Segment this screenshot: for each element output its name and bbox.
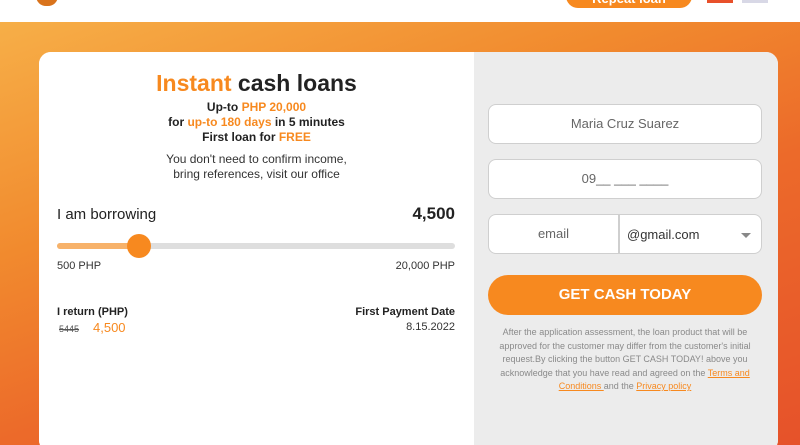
borrowing-label: I am borrowing xyxy=(57,206,157,223)
chevron-down-icon xyxy=(741,233,751,238)
promo-line-free: First loan for FREE xyxy=(39,130,474,144)
application-form-panel: Maria Cruz Suarez 09__ ___ ____ email @g… xyxy=(474,52,778,445)
promo-line-amount: Up-to PHP 20,000 xyxy=(39,100,474,114)
promo-line2-value: up-to 180 days xyxy=(187,115,272,129)
borrowing-amount: 4,500 xyxy=(412,204,455,223)
phone-input[interactable]: 09__ ___ ____ xyxy=(488,159,762,199)
loan-calculator-panel: Instant cash loans Up-to PHP 20,000 for … xyxy=(39,52,474,445)
promo-subtext-2: bring references, visit our office xyxy=(173,167,340,181)
get-cash-button[interactable]: GET CASH TODAY xyxy=(488,275,762,315)
promo-subtext-1: You don't need to confirm income, xyxy=(166,152,347,166)
loan-card: Instant cash loans Up-to PHP 20,000 for … xyxy=(39,52,778,445)
promo-line3-prefix: First loan for xyxy=(202,130,279,144)
first-payment-label: First Payment Date xyxy=(355,306,455,318)
first-payment-date: 8.15.2022 xyxy=(406,321,455,333)
promo-line2-prefix: for xyxy=(168,115,188,129)
promo-line3-value: FREE xyxy=(278,130,311,144)
email-input[interactable]: email xyxy=(488,214,619,254)
slider-max-label: 20,000 PHP xyxy=(395,260,455,272)
return-label: I return (PHP) xyxy=(57,306,128,318)
privacy-link[interactable]: Privacy policy xyxy=(636,381,691,391)
repeat-loan-button[interactable]: Repeat loan xyxy=(566,0,692,8)
amount-slider[interactable] xyxy=(57,234,455,258)
promo-line-term: for up-to 180 days in 5 minutes xyxy=(39,115,474,129)
top-navbar: Repeat loan xyxy=(0,0,800,22)
english-flag-icon[interactable] xyxy=(707,0,733,3)
full-name-input[interactable]: Maria Cruz Suarez xyxy=(488,104,762,144)
return-amount: 4,500 xyxy=(93,320,126,335)
promo-line1-value: PHP 20,000 xyxy=(241,100,307,114)
email-domain-value: @gmail.com xyxy=(627,227,700,242)
page-title: Instant cash loans xyxy=(39,70,474,97)
slider-min-label: 500 PHP xyxy=(57,260,102,272)
slider-handle[interactable] xyxy=(126,234,151,258)
disclaimer-and: and the xyxy=(603,381,637,391)
promo-line2-suffix: in 5 minutes xyxy=(271,115,345,129)
title-highlight: Instant xyxy=(156,70,232,96)
philippines-flag-icon[interactable] xyxy=(742,0,768,3)
email-domain-select[interactable]: @gmail.com xyxy=(619,214,762,254)
title-rest: cash loans xyxy=(231,70,357,96)
return-old-amount: 5445 xyxy=(59,324,80,334)
logo-icon[interactable] xyxy=(36,0,58,6)
disclaimer: After the application assessment, the lo… xyxy=(496,326,754,394)
promo-line1-prefix: Up-to xyxy=(206,100,242,114)
